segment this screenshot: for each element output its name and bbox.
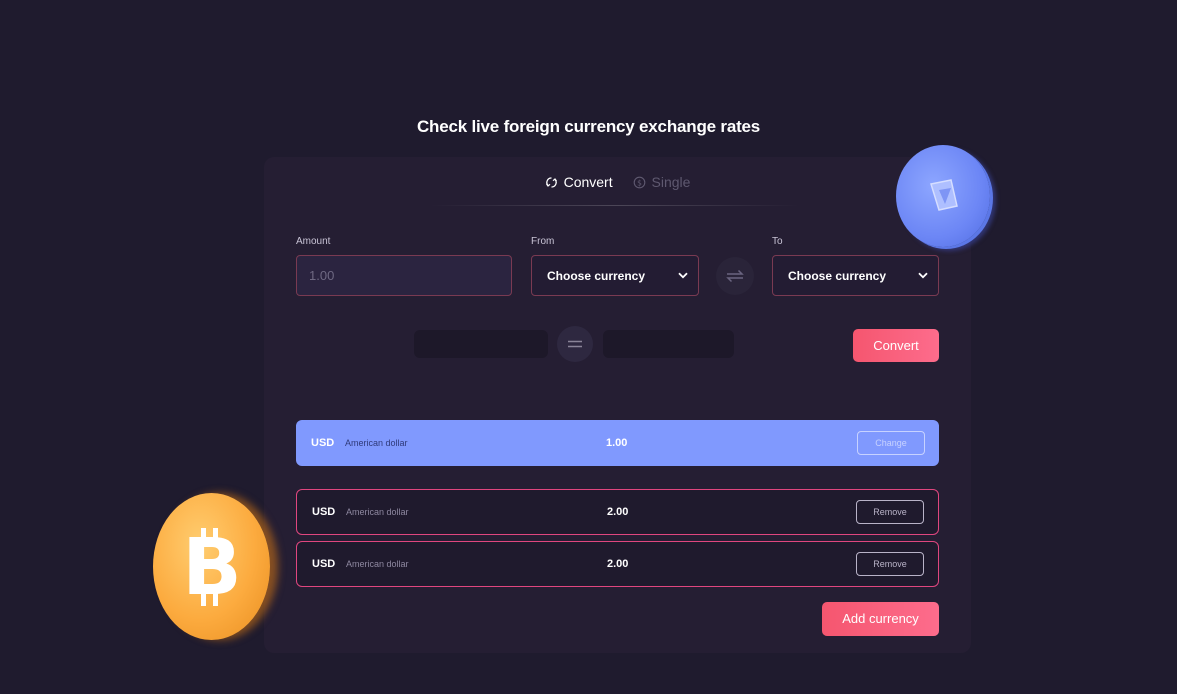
tab-convert[interactable]: Convert [545,174,613,190]
base-currency-row: USD American dollar 1.00 Change [296,420,939,466]
list-item: USD American dollar 2.00 Remove [296,489,939,535]
result-from-box [414,330,548,358]
convert-icon [545,176,557,188]
tab-single[interactable]: $ Single [633,174,691,190]
svg-text:$: $ [637,178,642,187]
currency-value: 2.00 [607,506,629,518]
remove-button[interactable]: Remove [856,552,924,576]
currency-code: USD [312,558,336,570]
result-to-box [603,330,734,358]
remove-button[interactable]: Remove [856,500,924,524]
tab-single-label: Single [651,174,691,190]
currency-value: 1.00 [606,437,628,449]
add-currency-button[interactable]: Add currency [822,602,939,636]
dollar-coin-icon: $ [633,176,645,188]
currency-code: USD [311,437,335,449]
to-currency-select[interactable]: Choose currency [772,255,939,296]
swap-arrows-icon [726,269,744,283]
chevron-down-icon [678,272,688,279]
currency-name: American dollar [345,438,408,448]
ethereum-coin-icon [896,145,990,247]
amount-input[interactable] [296,255,512,296]
from-label: From [531,236,555,247]
mode-tabs: Convert $ Single [264,174,971,192]
currency-code: USD [312,506,336,518]
change-button[interactable]: Change [857,431,925,455]
from-currency-value: Choose currency [547,268,646,283]
swap-currencies-button[interactable] [716,257,754,295]
currency-value: 2.00 [607,558,629,570]
bitcoin-coin-icon: B [153,493,270,640]
tab-convert-label: Convert [563,174,613,190]
chevron-down-icon [918,272,928,279]
to-currency-value: Choose currency [788,268,887,283]
to-label: To [772,236,783,247]
from-currency-select[interactable]: Choose currency [531,255,699,296]
amount-label: Amount [296,236,331,247]
list-item: USD American dollar 2.00 Remove [296,541,939,587]
page-title: Check live foreign currency exchange rat… [416,117,761,136]
equals-badge [557,326,593,362]
equals-icon [568,340,582,348]
convert-button[interactable]: Convert [853,329,939,362]
tab-divider [430,205,800,206]
currency-name: American dollar [346,559,409,569]
svg-text:B: B [182,523,241,612]
currency-name: American dollar [346,507,409,517]
